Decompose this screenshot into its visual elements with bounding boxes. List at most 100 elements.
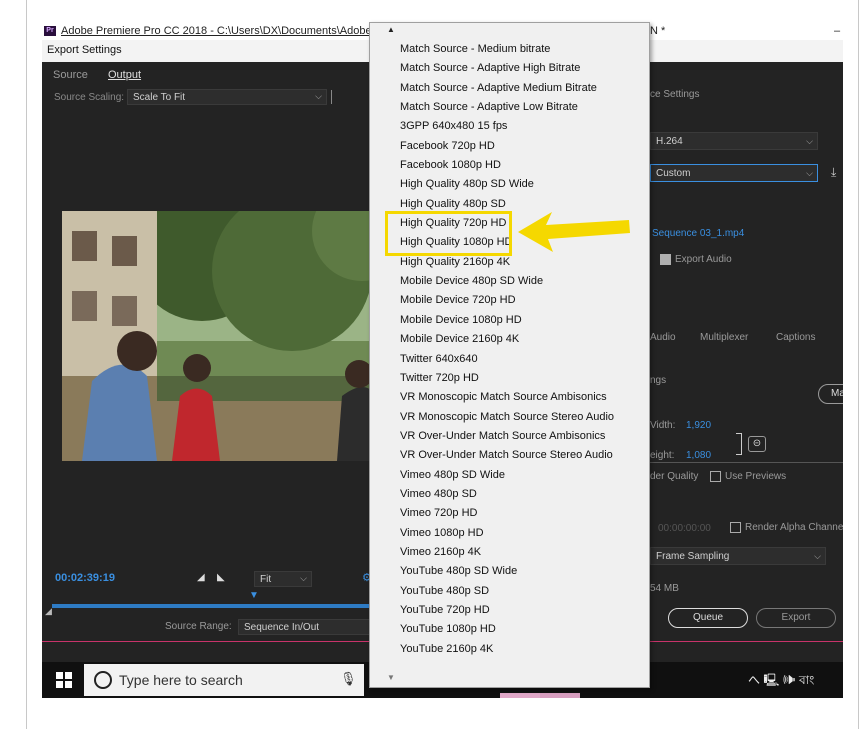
preset-option[interactable]: Mobile Device 1080p HD: [370, 311, 649, 330]
preset-option[interactable]: YouTube 480p SD Wide: [370, 562, 649, 581]
match-source-button[interactable]: Ma: [818, 384, 843, 404]
timeline-controls: 00:02:39:19 ◢ ◣ Fit ⌵ ⚙ ▼ ◢ Source Range…: [42, 568, 372, 648]
preset-option[interactable]: Vimeo 1080p HD: [370, 524, 649, 543]
chevron-down-icon: ⌵: [806, 136, 813, 146]
chevron-down-icon: ⌵: [300, 573, 307, 583]
export-settings-panel: ce Settings H.264 ⌵ Custom ⌵ ⤓ Sequence …: [650, 62, 843, 662]
height-label: eight:: [650, 450, 675, 461]
preset-option[interactable]: Vimeo 2160p 4K: [370, 543, 649, 562]
fit-value: Fit: [260, 574, 272, 585]
source-output-tabs: Source Output: [42, 66, 372, 84]
preset-option[interactable]: VR Monoscopic Match Source Stereo Audio: [370, 408, 649, 427]
export-audio-label: Export Audio: [675, 254, 732, 266]
format-select[interactable]: H.264 ⌵: [650, 132, 818, 150]
page-border-left: [26, 0, 27, 729]
taskbar-app-indicator[interactable]: [500, 693, 540, 698]
range-start-handle[interactable]: ◢: [45, 606, 52, 617]
premiere-app-icon: Pr: [44, 26, 56, 36]
source-range-select[interactable]: Sequence In/Out: [238, 619, 372, 635]
video-preview: [62, 211, 372, 461]
export-button[interactable]: Export: [756, 608, 836, 628]
preset-option[interactable]: Match Source - Adaptive Medium Bitrate: [370, 79, 649, 98]
divider: [331, 90, 332, 104]
preset-select[interactable]: Custom ⌵: [650, 164, 818, 182]
preset-option[interactable]: VR Over-Under Match Source Stereo Audio: [370, 446, 649, 465]
chevron-down-icon: ⌵: [814, 551, 821, 561]
source-scaling-row: Source Scaling: Scale To Fit ⌵: [42, 88, 372, 108]
aspect-bracket: [736, 433, 742, 455]
playhead-icon[interactable]: ▼: [249, 590, 259, 601]
minimize-button[interactable]: –: [834, 25, 840, 37]
preset-option[interactable]: Vimeo 480p SD: [370, 485, 649, 504]
width-value[interactable]: 1,920: [686, 420, 711, 431]
preset-option[interactable]: Facebook 1080p HD: [370, 156, 649, 175]
video-frame-image: [62, 211, 372, 461]
microphone-icon[interactable]: 🎙: [340, 671, 357, 687]
tab-audio[interactable]: Audio: [650, 332, 676, 343]
preset-option[interactable]: 3GPP 640x480 15 fps: [370, 117, 649, 136]
render-time: 00:00:00:00: [658, 523, 711, 534]
source-range-value: Sequence In/Out: [244, 622, 320, 633]
tab-source[interactable]: Source: [53, 69, 88, 81]
preset-option[interactable]: YouTube 2160p 4K: [370, 640, 649, 659]
source-scaling-label: Source Scaling:: [54, 92, 125, 103]
mark-in-icon[interactable]: ◢: [197, 572, 205, 583]
export-audio-option[interactable]: Export Audio: [660, 254, 732, 265]
use-previews-option[interactable]: Use Previews: [710, 471, 786, 482]
export-settings-heading: ce Settings: [650, 89, 700, 100]
preset-option[interactable]: Match Source - Adaptive Low Bitrate: [370, 98, 649, 117]
output-name[interactable]: Sequence 03_1.mp4: [652, 228, 744, 239]
preset-option[interactable]: YouTube 1080p HD: [370, 620, 649, 639]
preset-option[interactable]: Match Source - Adaptive High Bitrate: [370, 59, 649, 78]
chevron-down-icon: ⌵: [806, 168, 813, 178]
preset-option[interactable]: Vimeo 720p HD: [370, 504, 649, 523]
preset-option[interactable]: Mobile Device 480p SD Wide: [370, 272, 649, 291]
divider: [650, 462, 843, 463]
preset-option[interactable]: VR Monoscopic Match Source Ambisonics: [370, 388, 649, 407]
fit-select[interactable]: Fit ⌵: [254, 571, 312, 587]
tab-captions[interactable]: Captions: [776, 332, 815, 343]
tab-output[interactable]: Output: [108, 69, 141, 81]
source-scaling-select[interactable]: Scale To Fit ⌵: [127, 89, 327, 105]
preset-option[interactable]: YouTube 720p HD: [370, 601, 649, 620]
system-tray[interactable]: へ 🖳 🕪 বাং: [748, 671, 814, 692]
preset-option[interactable]: YouTube 480p SD: [370, 582, 649, 601]
preset-option[interactable]: Twitter 720p HD: [370, 369, 649, 388]
scroll-up-icon[interactable]: ▲: [387, 25, 395, 34]
scroll-down-icon[interactable]: ▼: [387, 673, 395, 682]
source-scaling-value: Scale To Fit: [133, 92, 186, 103]
preset-option[interactable]: Twitter 640x640: [370, 350, 649, 369]
export-audio-checkbox[interactable]: [660, 254, 671, 265]
preset-option[interactable]: Mobile Device 2160p 4K: [370, 330, 649, 349]
dialog-title: Export Settings: [47, 44, 122, 56]
preset-option[interactable]: Mobile Device 720p HD: [370, 291, 649, 310]
taskbar-app-indicator[interactable]: [540, 693, 580, 698]
windows-start-icon[interactable]: [56, 672, 72, 688]
cortana-icon: [94, 671, 112, 689]
frame-sampling-select[interactable]: Frame Sampling ⌵: [650, 547, 826, 565]
render-alpha-checkbox[interactable]: [730, 522, 741, 533]
preset-option[interactable]: High Quality 480p SD Wide: [370, 175, 649, 194]
tab-multiplexer[interactable]: Multiplexer: [700, 332, 748, 343]
highlight-box: [385, 211, 512, 256]
preset-option[interactable]: VR Over-Under Match Source Ambisonics: [370, 427, 649, 446]
source-range-label: Source Range:: [165, 621, 232, 632]
render-alpha-option[interactable]: Render Alpha Channel: [730, 522, 843, 533]
format-value: H.264: [656, 136, 683, 147]
preset-dropdown-list[interactable]: ▲ Match Source - Medium bitrate Match Sou…: [369, 22, 650, 688]
height-value[interactable]: 1,080: [686, 450, 711, 461]
preset-option[interactable]: Match Source - Medium bitrate: [370, 40, 649, 59]
taskbar-search-placeholder: Type here to search: [119, 672, 243, 688]
source-range-bar[interactable]: [52, 604, 372, 608]
taskbar-search[interactable]: Type here to search 🎙: [84, 664, 364, 696]
window-title-suffix: N *: [650, 25, 666, 37]
frame-sampling-value: Frame Sampling: [656, 551, 730, 562]
queue-button[interactable]: Queue: [668, 608, 748, 628]
use-previews-checkbox[interactable]: [710, 471, 721, 482]
link-icon[interactable]: ⊝: [748, 436, 766, 452]
preset-option[interactable]: Vimeo 480p SD Wide: [370, 466, 649, 485]
preset-option[interactable]: Facebook 720p HD: [370, 137, 649, 156]
mark-out-icon[interactable]: ◣: [217, 572, 225, 583]
save-preset-icon[interactable]: ⤓: [831, 165, 836, 180]
settings-heading: ngs: [650, 375, 667, 386]
